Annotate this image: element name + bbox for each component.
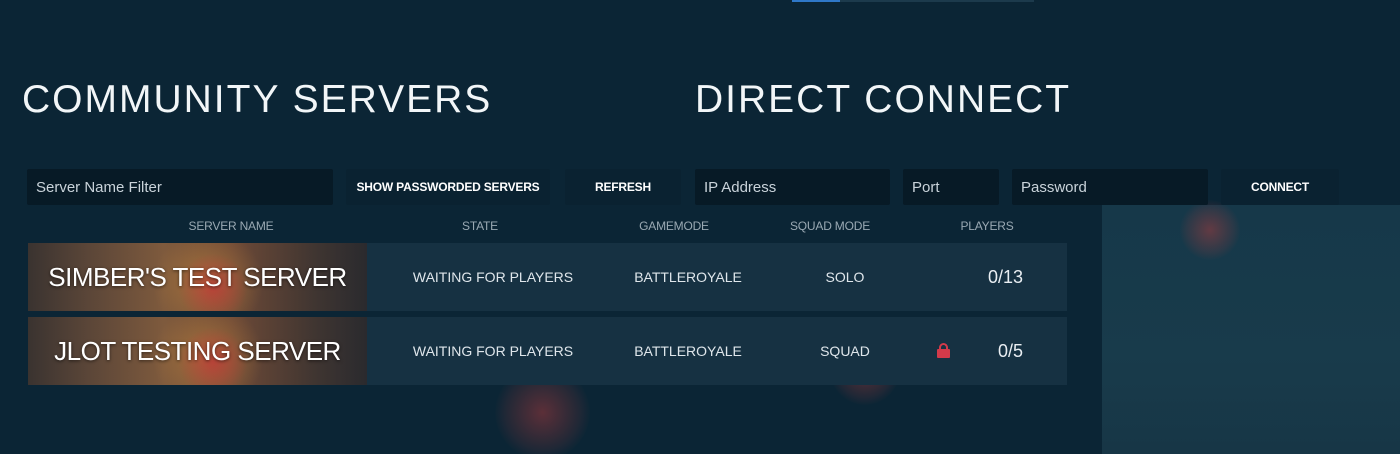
connect-button[interactable]: CONNECT (1221, 169, 1339, 205)
column-header-players: PLAYERS (960, 219, 1014, 233)
ip-address-input[interactable] (695, 169, 890, 205)
server-squad-mode: SQUAD (820, 343, 870, 359)
column-header-gamemode: GAMEMODE (639, 219, 709, 233)
server-gamemode: BATTLEROYALE (634, 269, 742, 285)
tab-indicator-track (840, 0, 1034, 2)
tab-indicator (792, 0, 840, 2)
server-gamemode: BATTLEROYALE (634, 343, 742, 359)
direct-connect-title: DIRECT CONNECT (695, 78, 1072, 121)
server-state: WAITING FOR PLAYERS (412, 269, 574, 285)
port-input[interactable] (903, 169, 999, 205)
refresh-button[interactable]: REFRESH (565, 169, 681, 205)
server-row[interactable]: SIMBER'S TEST SERVER WAITING FOR PLAYERS… (28, 243, 1067, 311)
server-name: JLOT TESTING SERVER (54, 335, 341, 366)
background-panel (1102, 205, 1400, 454)
server-row[interactable]: JLOT TESTING SERVER WAITING FOR PLAYERS … (28, 317, 1067, 385)
show-passworded-servers-button[interactable]: SHOW PASSWORDED SERVERS (346, 169, 550, 205)
server-squad-mode: SOLO (825, 269, 865, 285)
background-glow (1180, 200, 1240, 260)
column-header-server-name: SERVER NAME (188, 219, 274, 233)
server-state: WAITING FOR PLAYERS (412, 343, 574, 359)
column-header-squad-mode: SQUAD MODE (789, 219, 870, 233)
server-name: SIMBER'S TEST SERVER (48, 261, 347, 292)
community-servers-title: COMMUNITY SERVERS (22, 78, 493, 121)
server-players: 0/5 (997, 340, 1024, 361)
server-name-filter-input[interactable] (27, 169, 333, 205)
server-players: 0/13 (987, 266, 1024, 287)
lock-icon (937, 343, 950, 358)
column-header-state: STATE (462, 219, 498, 233)
password-input[interactable] (1012, 169, 1208, 205)
